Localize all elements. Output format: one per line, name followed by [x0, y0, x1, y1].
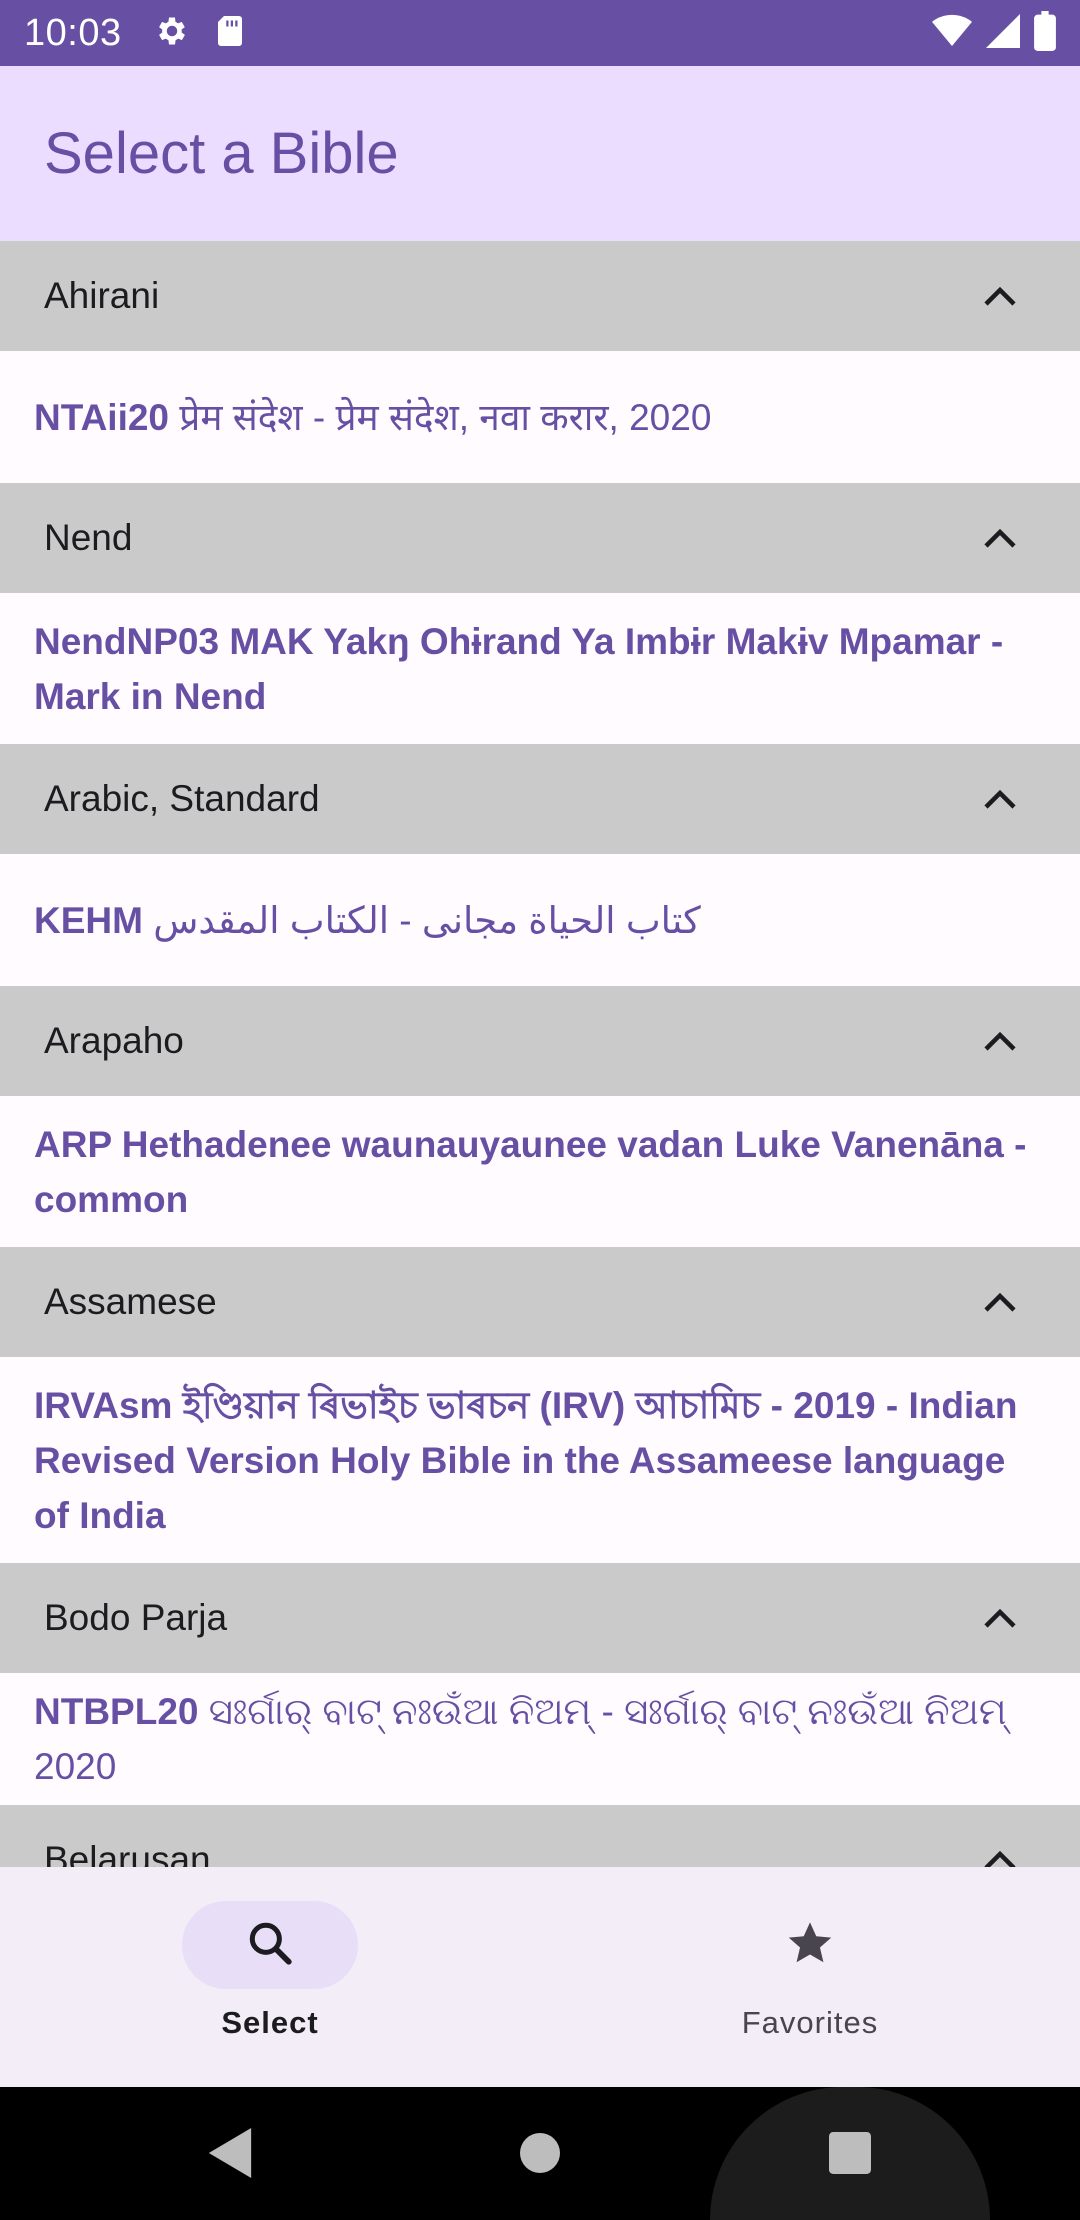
page-title: Select a Bible — [44, 121, 399, 186]
chevron-up-icon[interactable] — [976, 775, 1024, 823]
chevron-up-icon[interactable] — [976, 1278, 1024, 1326]
bible-list[interactable]: Ahirani NTAii20 प्रेम संदेश - प्रेम संदे… — [0, 241, 1080, 1867]
bible-code: NTBPL20 — [34, 1691, 199, 1732]
system-navigation-bar — [0, 2087, 1080, 2220]
bible-title: NTBPL20 ସଃର୍ଗାର୍ ବାଟ୍ ନଃଉଁଆ ନିଅମ୍ - ସଃର୍… — [34, 1684, 1046, 1794]
language-name: Assamese — [44, 1281, 217, 1322]
signal-icon — [986, 13, 1020, 53]
language-name: Nend — [44, 517, 133, 558]
language-name: Bodo Parja — [44, 1597, 228, 1638]
battery-icon — [1034, 10, 1056, 56]
bible-title: KEHM كتاب الحياة مجانى - الكتاب المقدس — [34, 893, 701, 948]
bible-list-item[interactable]: IRVAsm ইণ্ডিয়ান ৰিভাইচ ভাৰচন (IRV) আচাম… — [0, 1357, 1080, 1563]
language-group-header[interactable]: Bodo Parja — [0, 1563, 1080, 1673]
nav-item-favorites[interactable]: Favorites — [540, 1867, 1080, 2087]
nav-item-select[interactable]: Select — [0, 1867, 540, 2087]
wifi-icon — [932, 14, 972, 53]
language-group-header[interactable]: Ahirani — [0, 241, 1080, 351]
bible-name: كتاب الحياة مجانى - الكتاب المقدس — [153, 899, 701, 941]
bible-name: ইণ্ডিয়ান ৰিভাইচ ভাৰচন (IRV) আচামিচ - 20… — [34, 1384, 1018, 1536]
bible-list-item[interactable]: KEHM كتاب الحياة مجانى - الكتاب المقدس — [0, 854, 1080, 986]
nav-label-select: Select — [221, 2005, 319, 2040]
chevron-up-icon[interactable] — [976, 1594, 1024, 1642]
language-group-header[interactable]: Arabic, Standard — [0, 744, 1080, 854]
status-right-icons — [932, 10, 1056, 56]
bible-code: NTAii20 — [34, 396, 170, 438]
bible-code: ARP — [34, 1123, 112, 1165]
chevron-up-icon[interactable] — [976, 514, 1024, 562]
bible-list-item[interactable]: NTBPL20 ସଃର୍ଗାର୍ ବାଟ୍ ନଃଉଁଆ ନିଅମ୍ - ସଃର୍… — [0, 1673, 1080, 1805]
chevron-up-icon[interactable] — [976, 1017, 1024, 1065]
nav-active-indicator[interactable] — [182, 1901, 358, 1989]
sd-card-icon — [214, 13, 246, 54]
bible-list-item[interactable]: NTAii20 प्रेम संदेश - प्रेम संदेश, नवा क… — [0, 351, 1080, 483]
language-group-header[interactable]: Assamese — [0, 1247, 1080, 1357]
bible-title: NTAii20 प्रेम संदेश - प्रेम संदेश, नवा क… — [34, 390, 711, 445]
nav-indicator[interactable] — [722, 1901, 898, 1989]
nav-label-favorites: Favorites — [741, 2005, 879, 2040]
bible-list-item[interactable]: ARP Hethadenee waunauyaunee vadan Luke V… — [0, 1096, 1080, 1247]
back-icon[interactable] — [200, 2123, 260, 2183]
language-name: Ahirani — [44, 275, 160, 316]
star-icon — [784, 1917, 836, 1974]
bible-title: NendNP03 MAK Yakŋ Ohɨrand Ya Imbɨr Makɨv… — [34, 614, 1046, 724]
bottom-navigation: Select Favorites — [0, 1867, 1080, 2087]
home-icon[interactable] — [510, 2123, 570, 2183]
status-bar: 10:03 — [0, 0, 1080, 66]
gear-icon — [154, 13, 190, 54]
recents-icon[interactable] — [820, 2123, 880, 2183]
language-name: Arabic, Standard — [44, 778, 320, 819]
bible-title: ARP Hethadenee waunauyaunee vadan Luke V… — [34, 1117, 1046, 1227]
status-left-icons — [154, 13, 246, 54]
bible-code: IRVAsm — [34, 1384, 173, 1426]
top-app-bar: Select a Bible — [0, 66, 1080, 241]
bible-code: KEHM — [34, 899, 143, 941]
bible-name: Hethadenee waunauyaunee vadan Luke Vanen… — [34, 1123, 1027, 1220]
chevron-up-icon[interactable] — [976, 1836, 1024, 1867]
bible-code: NendNP03 MAK — [34, 620, 314, 662]
language-name: Arapaho — [44, 1020, 184, 1061]
chevron-up-icon[interactable] — [976, 272, 1024, 320]
language-group-header[interactable]: Arapaho — [0, 986, 1080, 1096]
bible-list-item[interactable]: NendNP03 MAK Yakŋ Ohɨrand Ya Imbɨr Makɨv… — [0, 593, 1080, 744]
bible-name: प्रेम संदेश - प्रेम संदेश, नवा करार, 202… — [179, 396, 712, 438]
status-time: 10:03 — [24, 11, 122, 54]
bible-title: IRVAsm ইণ্ডিয়ান ৰিভাইচ ভাৰচন (IRV) আচাম… — [34, 1378, 1046, 1543]
language-name: Belarusan — [44, 1839, 211, 1867]
search-icon — [245, 1918, 295, 1973]
language-group-header[interactable]: Belarusan — [0, 1805, 1080, 1867]
language-group-header[interactable]: Nend — [0, 483, 1080, 593]
